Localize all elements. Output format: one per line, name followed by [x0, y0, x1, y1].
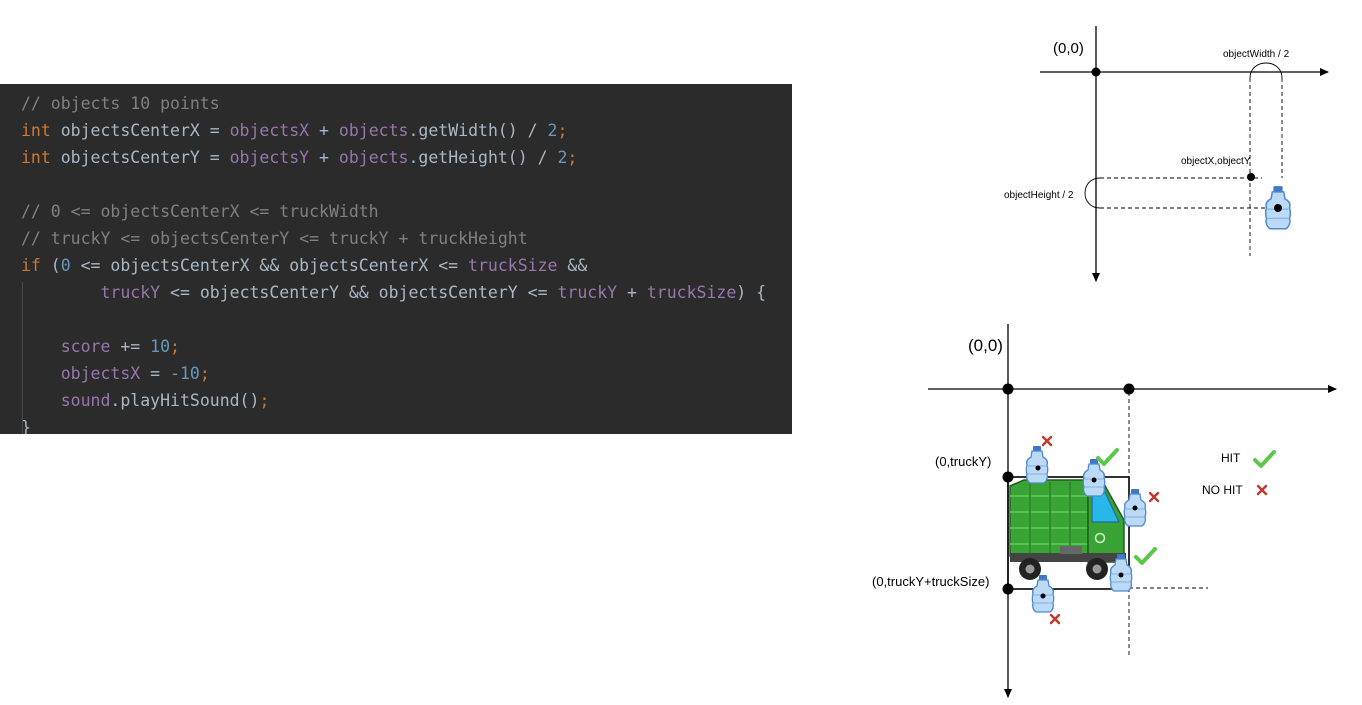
bottle-center	[1132, 505, 1138, 511]
width-bracket	[1249, 62, 1283, 79]
object-diagram: (0,0) objectWidth / 2 objectHeight / 2 o…	[1004, 26, 1329, 282]
truck-diagram: (0,0) (0,truckY) (0,truckY+truckSize) HI…	[872, 324, 1337, 698]
cross-icon	[1041, 435, 1053, 447]
cross-icon	[1256, 484, 1268, 496]
truck-width-point	[1123, 383, 1135, 395]
origin-label-2: (0,0)	[968, 336, 1003, 355]
truck-bottom-point	[1002, 583, 1014, 595]
object-center-point	[1274, 204, 1282, 212]
origin-point-2	[1002, 383, 1014, 395]
check-icon	[1096, 448, 1119, 466]
truck-y-point	[1002, 471, 1014, 483]
garbage-truck-icon	[1009, 479, 1126, 580]
cross-icon	[1049, 613, 1061, 625]
cross-icon	[1148, 491, 1160, 503]
truck-y-label: (0,truckY)	[935, 454, 991, 469]
height-label: objectHeight / 2	[1004, 190, 1074, 201]
origin-label: (0,0)	[1053, 40, 1084, 57]
object-xy-point	[1247, 173, 1255, 181]
point-label: objectX,objectY	[1181, 156, 1251, 167]
bottle-center	[1035, 465, 1041, 471]
bottle-icon-miss-top	[1025, 445, 1049, 484]
check-icon	[1134, 547, 1157, 565]
bottle-center	[1040, 593, 1046, 599]
height-bracket	[1084, 177, 1101, 209]
origin-point	[1091, 67, 1101, 77]
bottle-center	[1091, 477, 1097, 483]
truck-bottom-label: (0,truckY+truckSize)	[872, 574, 989, 589]
legend-no-hit-label: NO HIT	[1202, 483, 1243, 497]
width-label: objectWidth / 2	[1223, 49, 1290, 60]
check-icon	[1253, 450, 1276, 468]
bottle-center	[1118, 572, 1124, 578]
collision-diagrams: (0,0) objectWidth / 2 objectHeight / 2 o…	[872, 26, 1337, 698]
legend-hit-label: HIT	[1221, 451, 1241, 465]
